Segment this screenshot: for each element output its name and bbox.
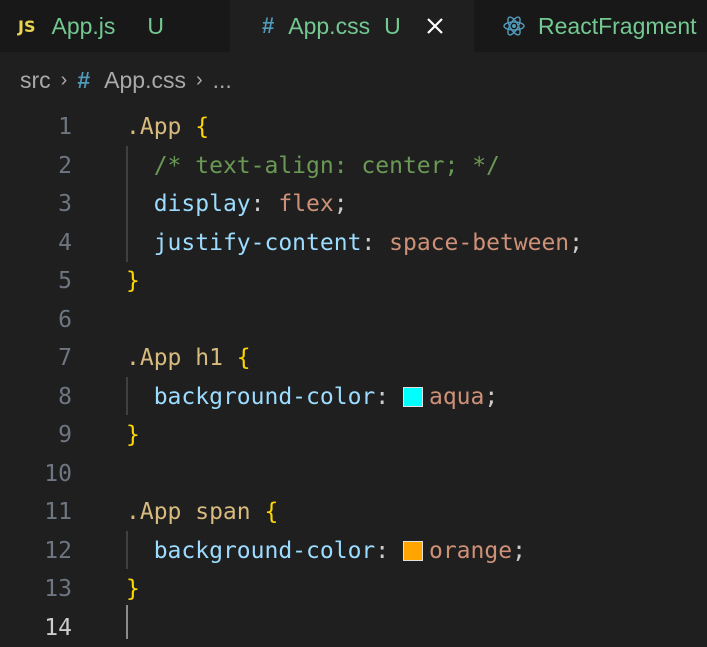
line-number: 7 [0,345,72,371]
line-number: 3 [0,191,72,217]
close-icon[interactable] [425,16,445,36]
breadcrumb-folder[interactable]: src [20,67,51,94]
open-brace: { [264,499,278,525]
css-selector: .App [126,114,181,140]
line-number: 1 [0,114,72,140]
tab-label: App.js [51,13,115,40]
untracked-badge: U [384,13,401,40]
orange-color-swatch[interactable] [403,541,423,561]
open-brace: { [195,114,209,140]
close-brace: } [126,268,140,294]
tab-label: ReactFragment [538,13,697,40]
code-line: 1 .App { [0,108,707,147]
breadcrumb-symbols[interactable]: ... [213,67,232,94]
line-number: 6 [0,307,72,333]
code-line: 5 } [0,262,707,301]
line-number: 4 [0,230,72,256]
css-value: orange [429,538,512,564]
code-line-current: 14 [0,609,707,647]
code-line: 9 } [0,416,707,455]
code-line: 12 background-color: orange; [0,532,707,571]
code-line: 4 justify-content: space-between; [0,224,707,263]
code-editor[interactable]: 1 .App { 2 /* text-align: center; */ 3 d… [0,108,707,639]
tab-app-js[interactable]: JS App.js U [0,0,230,52]
code-line: 7 .App h1 { [0,339,707,378]
chevron-right-icon: › [196,69,203,92]
tab-react-fragment[interactable]: ReactFragment [474,0,707,52]
code-line: 11 .App span { [0,493,707,532]
open-brace: { [237,345,251,371]
breadcrumb: src › # App.css › ... [0,52,707,108]
line-number: 5 [0,268,72,294]
line-number: 13 [0,576,72,602]
code-line: 8 background-color: aqua; [0,378,707,417]
react-icon [502,14,526,38]
css-property: display [154,191,251,217]
tab-label: App.css [288,13,370,40]
css-file-icon: # [77,67,90,94]
line-number: 14 [0,615,72,641]
line-number: 9 [0,422,72,448]
tab-bar: JS App.js U # App.css U ReactFragment [0,0,707,52]
css-property: justify-content [154,230,362,256]
code-line: 6 [0,301,707,340]
css-value: aqua [429,384,484,410]
js-file-icon: JS [18,17,35,36]
css-value: space-between [389,230,569,256]
aqua-color-swatch[interactable] [403,387,423,407]
css-comment: /* text-align: center; */ [154,153,500,179]
css-file-icon: # [262,13,274,39]
close-brace: } [126,422,140,448]
css-value: flex [278,191,333,217]
css-selector: .App span [126,499,251,525]
code-line: 3 display: flex; [0,185,707,224]
css-selector: .App h1 [126,345,223,371]
line-number: 10 [0,461,72,487]
tab-app-css[interactable]: # App.css U [230,0,474,52]
chevron-right-icon: › [61,69,68,92]
breadcrumb-file[interactable]: App.css [104,67,186,94]
code-line: 10 [0,455,707,494]
css-property: background-color [154,538,376,564]
close-brace: } [126,576,140,602]
untracked-badge: U [147,13,164,40]
line-number: 2 [0,153,72,179]
code-line: 2 /* text-align: center; */ [0,147,707,186]
line-number: 11 [0,499,72,525]
css-property: background-color [154,384,376,410]
line-number: 12 [0,538,72,564]
line-number: 8 [0,384,72,410]
code-line: 13 } [0,570,707,609]
